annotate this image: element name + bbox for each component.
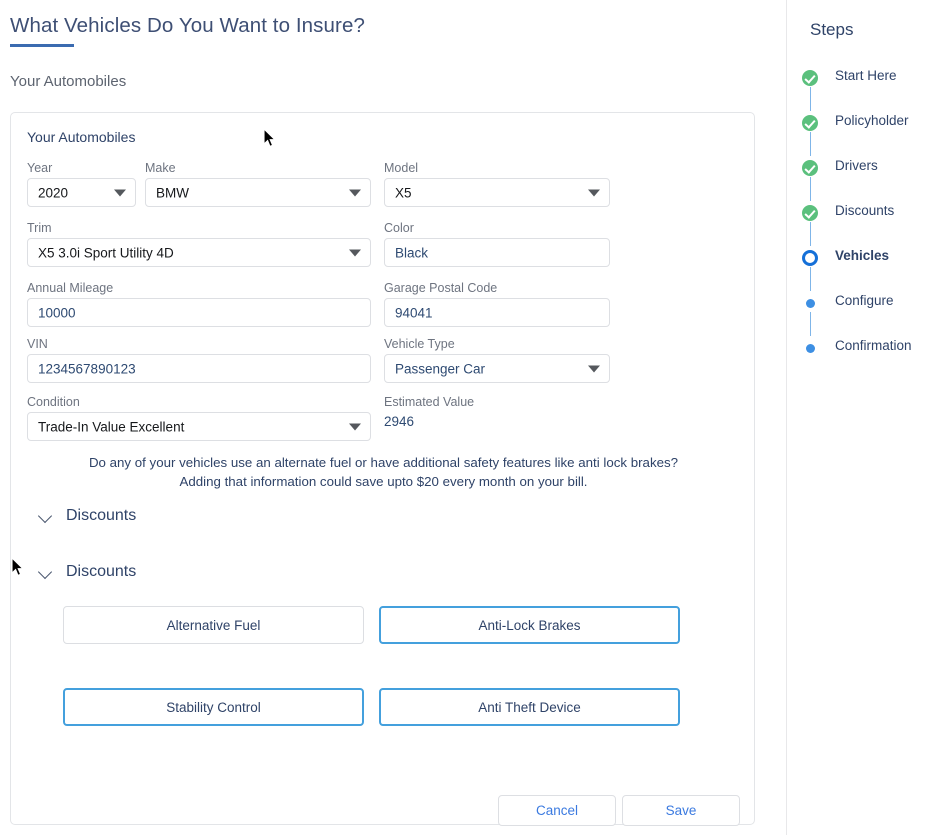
main-content-column: What Vehicles Do You Want to Insure? You… xyxy=(0,0,787,835)
discount-option-label: Anti-Lock Brakes xyxy=(478,617,581,633)
cancel-button[interactable]: Cancel xyxy=(498,795,616,826)
chevron-down-icon xyxy=(39,567,54,577)
page-title: What Vehicles Do You Want to Insure? xyxy=(10,14,365,37)
field-year-label: Year xyxy=(27,161,53,175)
chevron-down-icon xyxy=(349,423,361,430)
step-connector-line xyxy=(809,312,812,336)
field-year-value: 2020 xyxy=(38,185,69,200)
chevron-down-icon xyxy=(588,189,600,196)
step-check-icon xyxy=(802,115,818,131)
field-condition-select[interactable]: Trade-In Value Excellent xyxy=(27,412,371,441)
title-underline xyxy=(10,44,74,47)
step-item-discounts[interactable]: Discounts xyxy=(788,201,947,246)
discount-option-stability-control[interactable]: Stability Control xyxy=(63,688,364,726)
chevron-down-icon xyxy=(39,511,54,521)
field-annual-mileage-value: 10000 xyxy=(38,305,76,320)
field-vin-input[interactable]: 1234567890123 xyxy=(27,354,371,383)
save-button-label: Save xyxy=(665,803,697,818)
field-condition-label: Condition xyxy=(27,395,80,409)
field-annual-mileage-input[interactable]: 10000 xyxy=(27,298,371,327)
step-check-icon xyxy=(802,205,818,221)
field-trim-value: X5 3.0i Sport Utility 4D xyxy=(38,245,174,260)
steps-panel-title: Steps xyxy=(810,20,854,39)
step-item-label: Discounts xyxy=(835,203,895,218)
vehicle-form-card: Your Automobiles Year 2020 Make BMW Mode… xyxy=(10,112,755,825)
field-trim-select[interactable]: X5 3.0i Sport Utility 4D xyxy=(27,238,371,267)
field-garage-postal-code-input[interactable]: 94041 xyxy=(384,298,610,327)
step-item-label: Drivers xyxy=(835,158,878,173)
field-year-select[interactable]: 2020 xyxy=(27,178,136,207)
discounts-section-header-2[interactable]: Discounts xyxy=(39,563,136,581)
step-connector-line xyxy=(809,267,812,291)
step-item-label: Start Here xyxy=(835,68,897,83)
step-item-label: Confirmation xyxy=(835,338,912,353)
discount-info-text: Do any of your vehicles use an alternate… xyxy=(27,453,740,491)
step-dot-icon xyxy=(802,340,818,356)
field-color-input[interactable]: Black xyxy=(384,238,610,267)
field-trim-label: Trim xyxy=(27,221,52,235)
field-make-select[interactable]: BMW xyxy=(145,178,371,207)
chevron-down-icon xyxy=(349,249,361,256)
field-color-label: Color xyxy=(384,221,414,235)
discount-option-anti-lock-brakes[interactable]: Anti-Lock Brakes xyxy=(379,606,680,644)
field-vehicle-type-label: Vehicle Type xyxy=(384,337,455,351)
field-color-value: Black xyxy=(395,245,429,260)
field-vin-label: VIN xyxy=(27,337,48,351)
card-heading: Your Automobiles xyxy=(27,129,136,145)
cancel-button-label: Cancel xyxy=(535,803,579,818)
field-make-value: BMW xyxy=(156,185,189,200)
chevron-down-icon xyxy=(588,365,600,372)
step-item-configure[interactable]: Configure xyxy=(788,291,947,336)
step-dot-icon xyxy=(802,295,818,311)
field-garage-postal-code-label: Garage Postal Code xyxy=(384,281,498,295)
discounts-section-title-1: Discounts xyxy=(66,507,137,524)
discounts-section-header-1[interactable]: Discounts xyxy=(39,507,136,525)
field-model-value: X5 xyxy=(395,185,412,200)
field-garage-postal-code-value: 94041 xyxy=(395,305,433,320)
step-check-icon xyxy=(802,70,818,86)
section-subtitle: Your Automobiles xyxy=(10,73,127,90)
field-make-label: Make xyxy=(145,161,176,175)
field-model-label: Model xyxy=(384,161,419,175)
discount-option-label: Anti Theft Device xyxy=(478,699,581,715)
field-vehicle-type-select[interactable]: Passenger Car xyxy=(384,354,610,383)
field-vin-value: 1234567890123 xyxy=(38,361,136,376)
discount-option-anti-theft-device[interactable]: Anti Theft Device xyxy=(379,688,680,726)
field-condition-value: Trade-In Value Excellent xyxy=(38,419,185,434)
step-item-start-here[interactable]: Start Here xyxy=(788,66,947,111)
step-item-vehicles[interactable]: Vehicles xyxy=(788,246,947,291)
step-item-policyholder[interactable]: Policyholder xyxy=(788,111,947,156)
chevron-down-icon xyxy=(349,189,361,196)
save-button[interactable]: Save xyxy=(622,795,740,826)
discounts-section-title-2: Discounts xyxy=(66,563,137,580)
app-root: What Vehicles Do You Want to Insure? You… xyxy=(0,0,947,835)
field-estimated-value-value: 2946 xyxy=(384,414,415,429)
step-item-label: Policyholder xyxy=(835,113,909,128)
step-connector-line xyxy=(809,177,812,201)
discount-option-alternative-fuel[interactable]: Alternative Fuel xyxy=(63,606,364,644)
chevron-down-icon xyxy=(114,189,126,196)
discount-info-line-2: Adding that information could save upto … xyxy=(179,474,588,489)
mouse-cursor-primary xyxy=(263,128,276,148)
field-estimated-value-label: Estimated Value xyxy=(384,395,475,409)
steps-panel: Steps Start Here Policyholder Drivers Disco… xyxy=(788,0,947,835)
field-annual-mileage-label: Annual Mileage xyxy=(27,281,114,295)
discount-option-label: Alternative Fuel xyxy=(166,617,261,633)
step-item-confirmation[interactable]: Confirmation xyxy=(788,336,947,381)
steps-list: Start Here Policyholder Drivers Discounts Ve… xyxy=(788,66,947,381)
mouse-cursor-secondary xyxy=(11,557,24,577)
step-item-label: Configure xyxy=(835,293,894,308)
field-model-select[interactable]: X5 xyxy=(384,178,610,207)
step-connector-line xyxy=(809,87,812,111)
step-current-ring-icon xyxy=(802,250,818,266)
field-vehicle-type-value: Passenger Car xyxy=(395,361,486,376)
step-check-icon xyxy=(802,160,818,176)
discount-info-line-1: Do any of your vehicles use an alternate… xyxy=(88,455,679,470)
step-item-label: Vehicles xyxy=(835,248,890,263)
step-connector-line xyxy=(809,222,812,246)
step-item-drivers[interactable]: Drivers xyxy=(788,156,947,201)
step-connector-line xyxy=(809,132,812,156)
discount-option-label: Stability Control xyxy=(166,699,261,715)
